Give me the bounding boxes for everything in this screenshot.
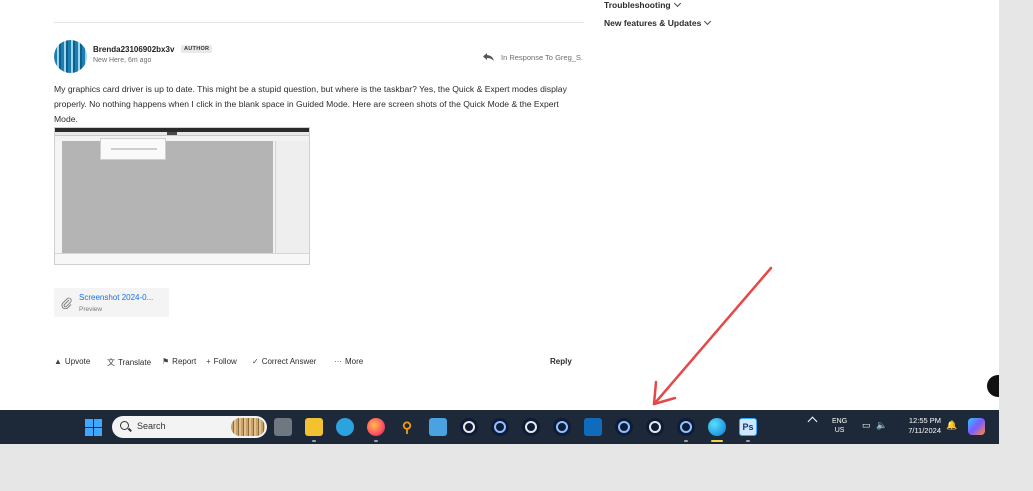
notification-bell-icon[interactable]: 🔔 xyxy=(946,420,957,431)
telegram-icon[interactable] xyxy=(336,418,354,436)
embed-right-panel xyxy=(275,141,309,253)
report-label: Report xyxy=(172,357,197,366)
obs-icon[interactable] xyxy=(646,418,664,436)
running-indicator xyxy=(711,440,723,442)
search-icon xyxy=(120,421,129,430)
clock-time: 12:55 PM xyxy=(908,416,941,425)
correct-answer-button[interactable]: ✓ Correct Answer xyxy=(252,357,316,366)
more-button[interactable]: ··· More xyxy=(334,357,363,366)
firefox-icon[interactable] xyxy=(367,418,385,436)
network-icon[interactable]: ▭ xyxy=(862,420,871,431)
embed-bottom-bar xyxy=(55,253,309,264)
window-edge xyxy=(999,0,1033,444)
chevron-down-icon xyxy=(673,0,681,8)
photoshop-icon[interactable]: Ps xyxy=(739,418,757,436)
translate-button[interactable]: 文 Translate xyxy=(107,357,151,368)
search-tool-icon[interactable]: ⚲ xyxy=(398,418,416,436)
rail-item-label: New features & Updates xyxy=(604,18,702,28)
running-indicator xyxy=(746,440,750,442)
search-highlight-image xyxy=(231,418,265,436)
floating-action-button[interactable] xyxy=(987,375,999,397)
reply-button[interactable]: Reply xyxy=(550,357,572,366)
translate-label: Translate xyxy=(118,358,152,367)
obs-icon[interactable] xyxy=(522,418,540,436)
author-meta: New Here, 6m ago xyxy=(93,57,152,64)
upvote-label: Upvote xyxy=(64,357,91,366)
follow-button[interactable]: + Follow xyxy=(206,357,237,366)
more-label: More xyxy=(345,357,364,366)
reply-arrow-icon xyxy=(483,53,494,61)
embed-menubar xyxy=(55,132,309,136)
obs-icon[interactable] xyxy=(460,418,478,436)
author-badge: AUTHOR xyxy=(181,45,213,53)
embedded-screenshot[interactable] xyxy=(54,127,310,265)
copilot-icon[interactable] xyxy=(968,418,985,435)
outlook-icon[interactable] xyxy=(584,418,602,436)
start-button[interactable] xyxy=(85,419,102,436)
ellipsis-icon: ··· xyxy=(334,357,342,366)
clock-date: 7/11/2024 xyxy=(908,426,941,435)
search-label: Search xyxy=(137,421,166,431)
rail-item-troubleshooting[interactable]: Troubleshooting xyxy=(604,0,681,10)
attachment-preview-label: Preview xyxy=(79,306,103,313)
avatar[interactable] xyxy=(54,40,87,73)
running-indicator xyxy=(374,440,378,442)
upvote-icon: ▲ xyxy=(54,357,62,366)
forum-page: Troubleshooting New features & Updates B… xyxy=(0,0,999,410)
running-indicator xyxy=(312,440,316,442)
obs-icon[interactable] xyxy=(615,418,633,436)
taskbar-search[interactable]: Search xyxy=(112,416,267,438)
obs-icon[interactable] xyxy=(491,418,509,436)
divider xyxy=(54,22,584,23)
follow-label: Follow xyxy=(213,357,237,366)
system-clock[interactable]: 12:55 PM 7/11/2024 xyxy=(896,416,941,436)
translate-icon: 文 xyxy=(107,358,115,367)
language-indicator[interactable]: ENG US xyxy=(832,417,847,435)
volume-icon[interactable]: 🔈 xyxy=(876,420,887,431)
report-button[interactable]: ⚑ Report xyxy=(162,357,196,366)
author-name[interactable]: Brenda23106902bx3v xyxy=(93,45,174,54)
embed-tool-panel xyxy=(55,141,62,253)
checkmark-icon: ✓ xyxy=(252,357,259,366)
task-view-icon[interactable] xyxy=(274,418,292,436)
embed-dialog xyxy=(100,138,166,160)
edge-icon[interactable] xyxy=(708,418,726,436)
attachment-name[interactable]: Screenshot 2024-0... xyxy=(79,293,153,302)
in-response-label: In Response To Greg_S. xyxy=(501,52,583,62)
flag-icon: ⚑ xyxy=(162,357,170,366)
taskbar: Search ⚲ Ps xyxy=(0,410,999,444)
running-indicator xyxy=(684,440,688,442)
correct-answer-label: Correct Answer xyxy=(261,357,317,366)
rail-item-new-features[interactable]: New features & Updates xyxy=(604,17,712,28)
attachment-card[interactable]: Screenshot 2024-0... Preview xyxy=(54,288,169,317)
post-body: My graphics card driver is up to date. T… xyxy=(54,84,567,124)
embed-canvas xyxy=(62,141,273,253)
plus-icon: + xyxy=(206,357,211,366)
chevron-down-icon xyxy=(704,17,712,26)
obs-icon[interactable] xyxy=(677,418,695,436)
region-label: US xyxy=(834,427,845,434)
rail-item-label: Troubleshooting xyxy=(604,0,671,10)
upvote-button[interactable]: ▲ Upvote xyxy=(54,357,90,366)
in-response-link[interactable]: In Response To Greg_S. xyxy=(482,52,583,62)
paperclip-icon xyxy=(61,297,72,309)
embed-tab xyxy=(167,132,177,135)
obs-icon[interactable] xyxy=(553,418,571,436)
language-label: ENG xyxy=(832,418,848,425)
photos-icon[interactable] xyxy=(429,418,447,436)
file-explorer-icon[interactable] xyxy=(305,418,323,436)
